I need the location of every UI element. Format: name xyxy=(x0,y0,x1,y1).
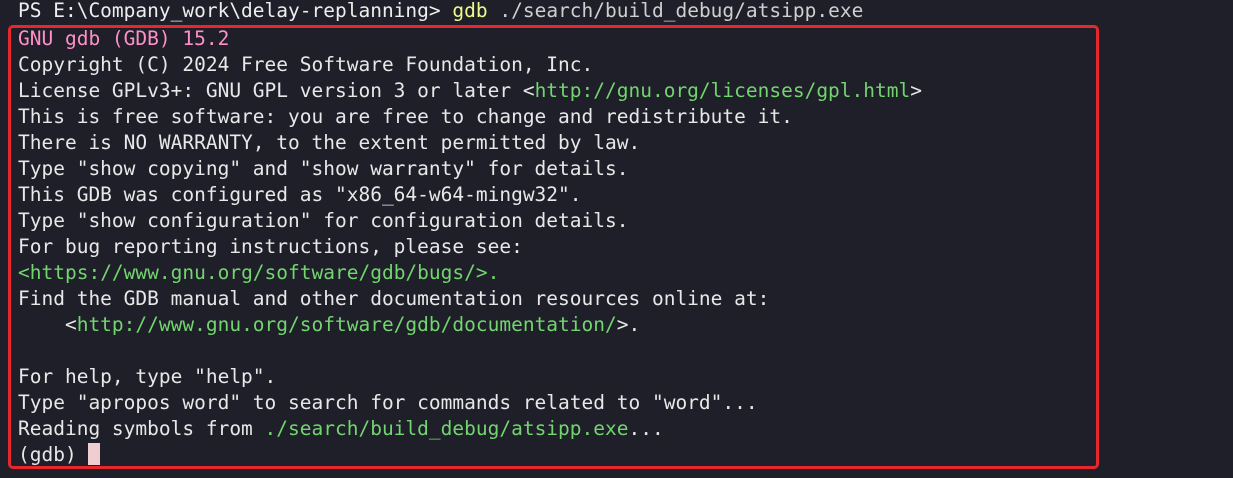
shell-prompt: PS E:\Company_work\delay-replanning> xyxy=(18,0,453,22)
command-argument: ./search/build_debug/atsipp.exe xyxy=(487,0,864,22)
gdb-prompt: (gdb) xyxy=(18,443,77,466)
help-line: For help, type "help". xyxy=(18,365,277,388)
terminal-window[interactable]: PS E:\Company_work\delay-replanning> gdb… xyxy=(0,0,1233,478)
bug-reporting-line: For bug reporting instructions, please s… xyxy=(18,235,523,258)
reading-path: ./search/build_debug/atsipp.exe xyxy=(264,417,629,440)
gdb-prompt-line[interactable]: (gdb) xyxy=(18,442,100,468)
manual-line: Find the GDB manual and other documentat… xyxy=(18,287,770,310)
gdb-version-line: GNU gdb (GDB) 15.2 xyxy=(18,27,230,50)
shell-command-line: PS E:\Company_work\delay-replanning> gdb… xyxy=(18,0,863,24)
bug-url-line: <https://www.gnu.org/software/gdb/bugs/>… xyxy=(18,260,499,286)
bug-url-link[interactable]: https://www.gnu.org/software/gdb/bugs/ xyxy=(30,261,476,284)
license-text: License GPLv3+: GNU GPL version 3 or lat… xyxy=(18,79,535,102)
license-line: License GPLv3+: GNU GPL version 3 or lat… xyxy=(18,78,922,104)
doc-url-link[interactable]: http://www.gnu.org/software/gdb/document… xyxy=(77,313,617,336)
reading-symbols-line: Reading symbols from ./search/build_debu… xyxy=(18,416,664,442)
warranty-line: There is NO WARRANTY, to the extent perm… xyxy=(18,131,641,154)
reading-suffix: ... xyxy=(628,417,664,440)
cut-off-line: . xyxy=(18,470,159,478)
doc-url-close: >. xyxy=(616,313,641,336)
doc-url-line: <http://www.gnu.org/software/gdb/documen… xyxy=(18,312,640,338)
show-configuration-line: Type "show configuration" for configurat… xyxy=(18,209,629,232)
configured-line: This GDB was configured as "x86_64-w64-m… xyxy=(18,183,582,206)
text-cursor xyxy=(87,443,100,465)
license-suffix: > xyxy=(910,79,922,102)
command-name: gdb xyxy=(452,0,488,22)
reading-text: Reading symbols from xyxy=(18,417,265,440)
apropos-line: Type "apropos word" to search for comman… xyxy=(18,391,758,414)
bug-url-close: >. xyxy=(475,261,500,284)
bug-url-open: < xyxy=(18,261,30,284)
copyright-line: Copyright (C) 2024 Free Software Foundat… xyxy=(18,53,594,76)
free-software-line: This is free software: you are free to c… xyxy=(18,105,793,128)
doc-url-open: < xyxy=(18,313,77,336)
show-copying-line: Type "show copying" and "show warranty" … xyxy=(18,157,629,180)
license-url-link[interactable]: http://gnu.org/licenses/gpl.html xyxy=(535,79,911,102)
